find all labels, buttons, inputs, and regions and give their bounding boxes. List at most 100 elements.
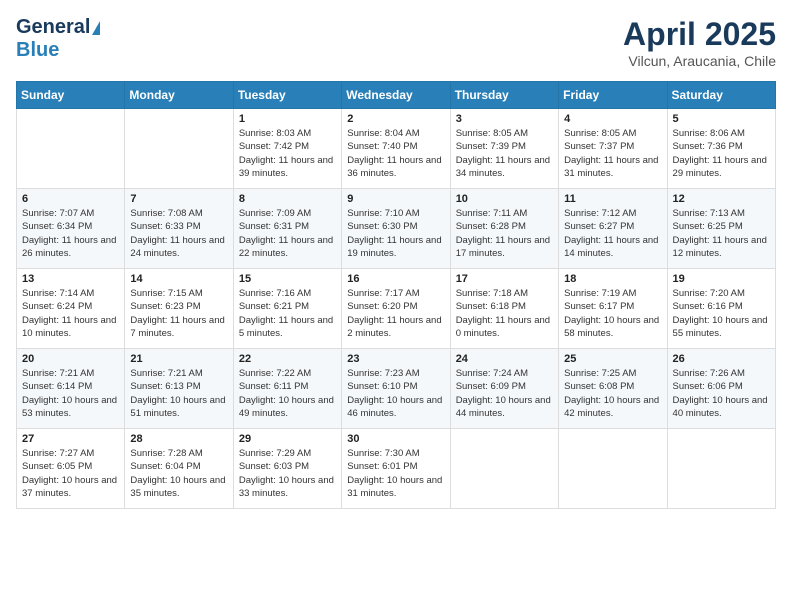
- calendar-cell: 18 Sunrise: 7:19 AM Sunset: 6:17 PM Dayli…: [559, 269, 667, 349]
- calendar-cell: 13Sunrise: 7:14 AM Sunset: 6:24 PM Dayli…: [17, 269, 125, 349]
- calendar-cell: 10 Sunrise: 7:11 AM Sunset: 6:28 PM Dayli…: [450, 189, 558, 269]
- calendar-week-row-3: 13Sunrise: 7:14 AM Sunset: 6:24 PM Dayli…: [17, 269, 776, 349]
- day-info: Sunrise: 7:23 AM Sunset: 6:10 PM Dayligh…: [347, 367, 444, 420]
- weekday-header-tuesday: Tuesday: [233, 82, 341, 109]
- day-number: 21: [130, 353, 227, 365]
- day-number: 6: [22, 193, 119, 205]
- day-number: 15: [239, 273, 336, 285]
- day-number: 5: [673, 113, 770, 125]
- weekday-header-thursday: Thursday: [450, 82, 558, 109]
- calendar-cell: 5 Sunrise: 8:06 AM Sunset: 7:36 PM Daylig…: [667, 109, 775, 189]
- day-info: Sunrise: 8:05 AM Sunset: 7:39 PM Dayligh…: [456, 127, 553, 180]
- day-info: Sunrise: 8:06 AM Sunset: 7:36 PM Dayligh…: [673, 127, 770, 180]
- calendar-cell: 17 Sunrise: 7:18 AM Sunset: 6:18 PM Dayli…: [450, 269, 558, 349]
- calendar-cell: 1 Sunrise: 8:03 AM Sunset: 7:42 PM Daylig…: [233, 109, 341, 189]
- day-info: Sunrise: 7:22 AM Sunset: 6:11 PM Dayligh…: [239, 367, 336, 420]
- weekday-header-row: SundayMondayTuesdayWednesdayThursdayFrid…: [17, 82, 776, 109]
- day-number: 19: [673, 273, 770, 285]
- calendar-cell: [559, 429, 667, 509]
- day-number: 23: [347, 353, 444, 365]
- day-info: Sunrise: 7:08 AM Sunset: 6:33 PM Dayligh…: [130, 207, 227, 260]
- calendar-title-block: April 2025 Vilcun, Araucania, Chile: [623, 16, 776, 69]
- page-header: General Blue April 2025 Vilcun, Araucani…: [16, 16, 776, 69]
- calendar-cell: [17, 109, 125, 189]
- day-number: 12: [673, 193, 770, 205]
- day-info: Sunrise: 7:24 AM Sunset: 6:09 PM Dayligh…: [456, 367, 553, 420]
- day-number: 3: [456, 113, 553, 125]
- day-info: Sunrise: 7:21 AM Sunset: 6:13 PM Dayligh…: [130, 367, 227, 420]
- day-number: 25: [564, 353, 661, 365]
- day-info: Sunrise: 7:28 AM Sunset: 6:04 PM Dayligh…: [130, 447, 227, 500]
- day-info: Sunrise: 7:17 AM Sunset: 6:20 PM Dayligh…: [347, 287, 444, 340]
- day-number: 20: [22, 353, 119, 365]
- day-info: Sunrise: 7:18 AM Sunset: 6:18 PM Dayligh…: [456, 287, 553, 340]
- calendar-cell: 2 Sunrise: 8:04 AM Sunset: 7:40 PM Daylig…: [342, 109, 450, 189]
- day-info: Sunrise: 8:05 AM Sunset: 7:37 PM Dayligh…: [564, 127, 661, 180]
- day-info: Sunrise: 7:15 AM Sunset: 6:23 PM Dayligh…: [130, 287, 227, 340]
- calendar-cell: 24 Sunrise: 7:24 AM Sunset: 6:09 PM Dayli…: [450, 349, 558, 429]
- day-info: Sunrise: 7:10 AM Sunset: 6:30 PM Dayligh…: [347, 207, 444, 260]
- calendar-cell: 14 Sunrise: 7:15 AM Sunset: 6:23 PM Dayli…: [125, 269, 233, 349]
- weekday-header-monday: Monday: [125, 82, 233, 109]
- day-number: 8: [239, 193, 336, 205]
- day-info: Sunrise: 7:07 AM Sunset: 6:34 PM Dayligh…: [22, 207, 119, 260]
- day-number: 18: [564, 273, 661, 285]
- day-number: 1: [239, 113, 336, 125]
- calendar-table: SundayMondayTuesdayWednesdayThursdayFrid…: [16, 81, 776, 509]
- day-info: Sunrise: 7:13 AM Sunset: 6:25 PM Dayligh…: [673, 207, 770, 260]
- day-info: Sunrise: 7:19 AM Sunset: 6:17 PM Dayligh…: [564, 287, 661, 340]
- day-number: 11: [564, 193, 661, 205]
- day-info: Sunrise: 7:20 AM Sunset: 6:16 PM Dayligh…: [673, 287, 770, 340]
- logo: General Blue: [16, 16, 100, 62]
- day-info: Sunrise: 7:26 AM Sunset: 6:06 PM Dayligh…: [673, 367, 770, 420]
- day-number: 9: [347, 193, 444, 205]
- day-info: Sunrise: 7:27 AM Sunset: 6:05 PM Dayligh…: [22, 447, 119, 500]
- day-number: 14: [130, 273, 227, 285]
- day-number: 30: [347, 433, 444, 445]
- day-info: Sunrise: 8:03 AM Sunset: 7:42 PM Dayligh…: [239, 127, 336, 180]
- day-info: Sunrise: 8:04 AM Sunset: 7:40 PM Dayligh…: [347, 127, 444, 180]
- day-number: 16: [347, 273, 444, 285]
- calendar-cell: 9 Sunrise: 7:10 AM Sunset: 6:30 PM Daylig…: [342, 189, 450, 269]
- calendar-cell: 21 Sunrise: 7:21 AM Sunset: 6:13 PM Dayli…: [125, 349, 233, 429]
- day-info: Sunrise: 7:09 AM Sunset: 6:31 PM Dayligh…: [239, 207, 336, 260]
- calendar-cell: 6 Sunrise: 7:07 AM Sunset: 6:34 PM Daylig…: [17, 189, 125, 269]
- day-info: Sunrise: 7:16 AM Sunset: 6:21 PM Dayligh…: [239, 287, 336, 340]
- day-info: Sunrise: 7:11 AM Sunset: 6:28 PM Dayligh…: [456, 207, 553, 260]
- calendar-cell: 3 Sunrise: 8:05 AM Sunset: 7:39 PM Daylig…: [450, 109, 558, 189]
- day-info: Sunrise: 7:12 AM Sunset: 6:27 PM Dayligh…: [564, 207, 661, 260]
- calendar-cell: 23 Sunrise: 7:23 AM Sunset: 6:10 PM Dayli…: [342, 349, 450, 429]
- calendar-week-row-5: 27 Sunrise: 7:27 AM Sunset: 6:05 PM Dayli…: [17, 429, 776, 509]
- day-number: 24: [456, 353, 553, 365]
- day-info: Sunrise: 7:29 AM Sunset: 6:03 PM Dayligh…: [239, 447, 336, 500]
- calendar-title: April 2025: [623, 16, 776, 53]
- calendar-cell: 25 Sunrise: 7:25 AM Sunset: 6:08 PM Dayli…: [559, 349, 667, 429]
- weekday-header-friday: Friday: [559, 82, 667, 109]
- day-number: 27: [22, 433, 119, 445]
- calendar-cell: 20Sunrise: 7:21 AM Sunset: 6:14 PM Dayli…: [17, 349, 125, 429]
- calendar-cell: 15 Sunrise: 7:16 AM Sunset: 6:21 PM Dayli…: [233, 269, 341, 349]
- calendar-cell: [667, 429, 775, 509]
- calendar-cell: 8 Sunrise: 7:09 AM Sunset: 6:31 PM Daylig…: [233, 189, 341, 269]
- calendar-subtitle: Vilcun, Araucania, Chile: [623, 53, 776, 69]
- day-info: Sunrise: 7:30 AM Sunset: 6:01 PM Dayligh…: [347, 447, 444, 500]
- logo-triangle-icon: [92, 21, 100, 35]
- weekday-header-saturday: Saturday: [667, 82, 775, 109]
- calendar-cell: 4 Sunrise: 8:05 AM Sunset: 7:37 PM Daylig…: [559, 109, 667, 189]
- calendar-cell: 7Sunrise: 7:08 AM Sunset: 6:33 PM Daylig…: [125, 189, 233, 269]
- calendar-cell: 11 Sunrise: 7:12 AM Sunset: 6:27 PM Dayli…: [559, 189, 667, 269]
- calendar-cell: [450, 429, 558, 509]
- day-info: Sunrise: 7:14 AM Sunset: 6:24 PM Dayligh…: [22, 287, 119, 340]
- calendar-cell: 27 Sunrise: 7:27 AM Sunset: 6:05 PM Dayli…: [17, 429, 125, 509]
- day-number: 2: [347, 113, 444, 125]
- day-number: 4: [564, 113, 661, 125]
- calendar-week-row-4: 20Sunrise: 7:21 AM Sunset: 6:14 PM Dayli…: [17, 349, 776, 429]
- day-info: Sunrise: 7:25 AM Sunset: 6:08 PM Dayligh…: [564, 367, 661, 420]
- calendar-cell: 12 Sunrise: 7:13 AM Sunset: 6:25 PM Dayli…: [667, 189, 775, 269]
- day-number: 26: [673, 353, 770, 365]
- calendar-cell: 19 Sunrise: 7:20 AM Sunset: 6:16 PM Dayli…: [667, 269, 775, 349]
- day-number: 10: [456, 193, 553, 205]
- calendar-cell: 16 Sunrise: 7:17 AM Sunset: 6:20 PM Dayli…: [342, 269, 450, 349]
- day-number: 17: [456, 273, 553, 285]
- weekday-header-wednesday: Wednesday: [342, 82, 450, 109]
